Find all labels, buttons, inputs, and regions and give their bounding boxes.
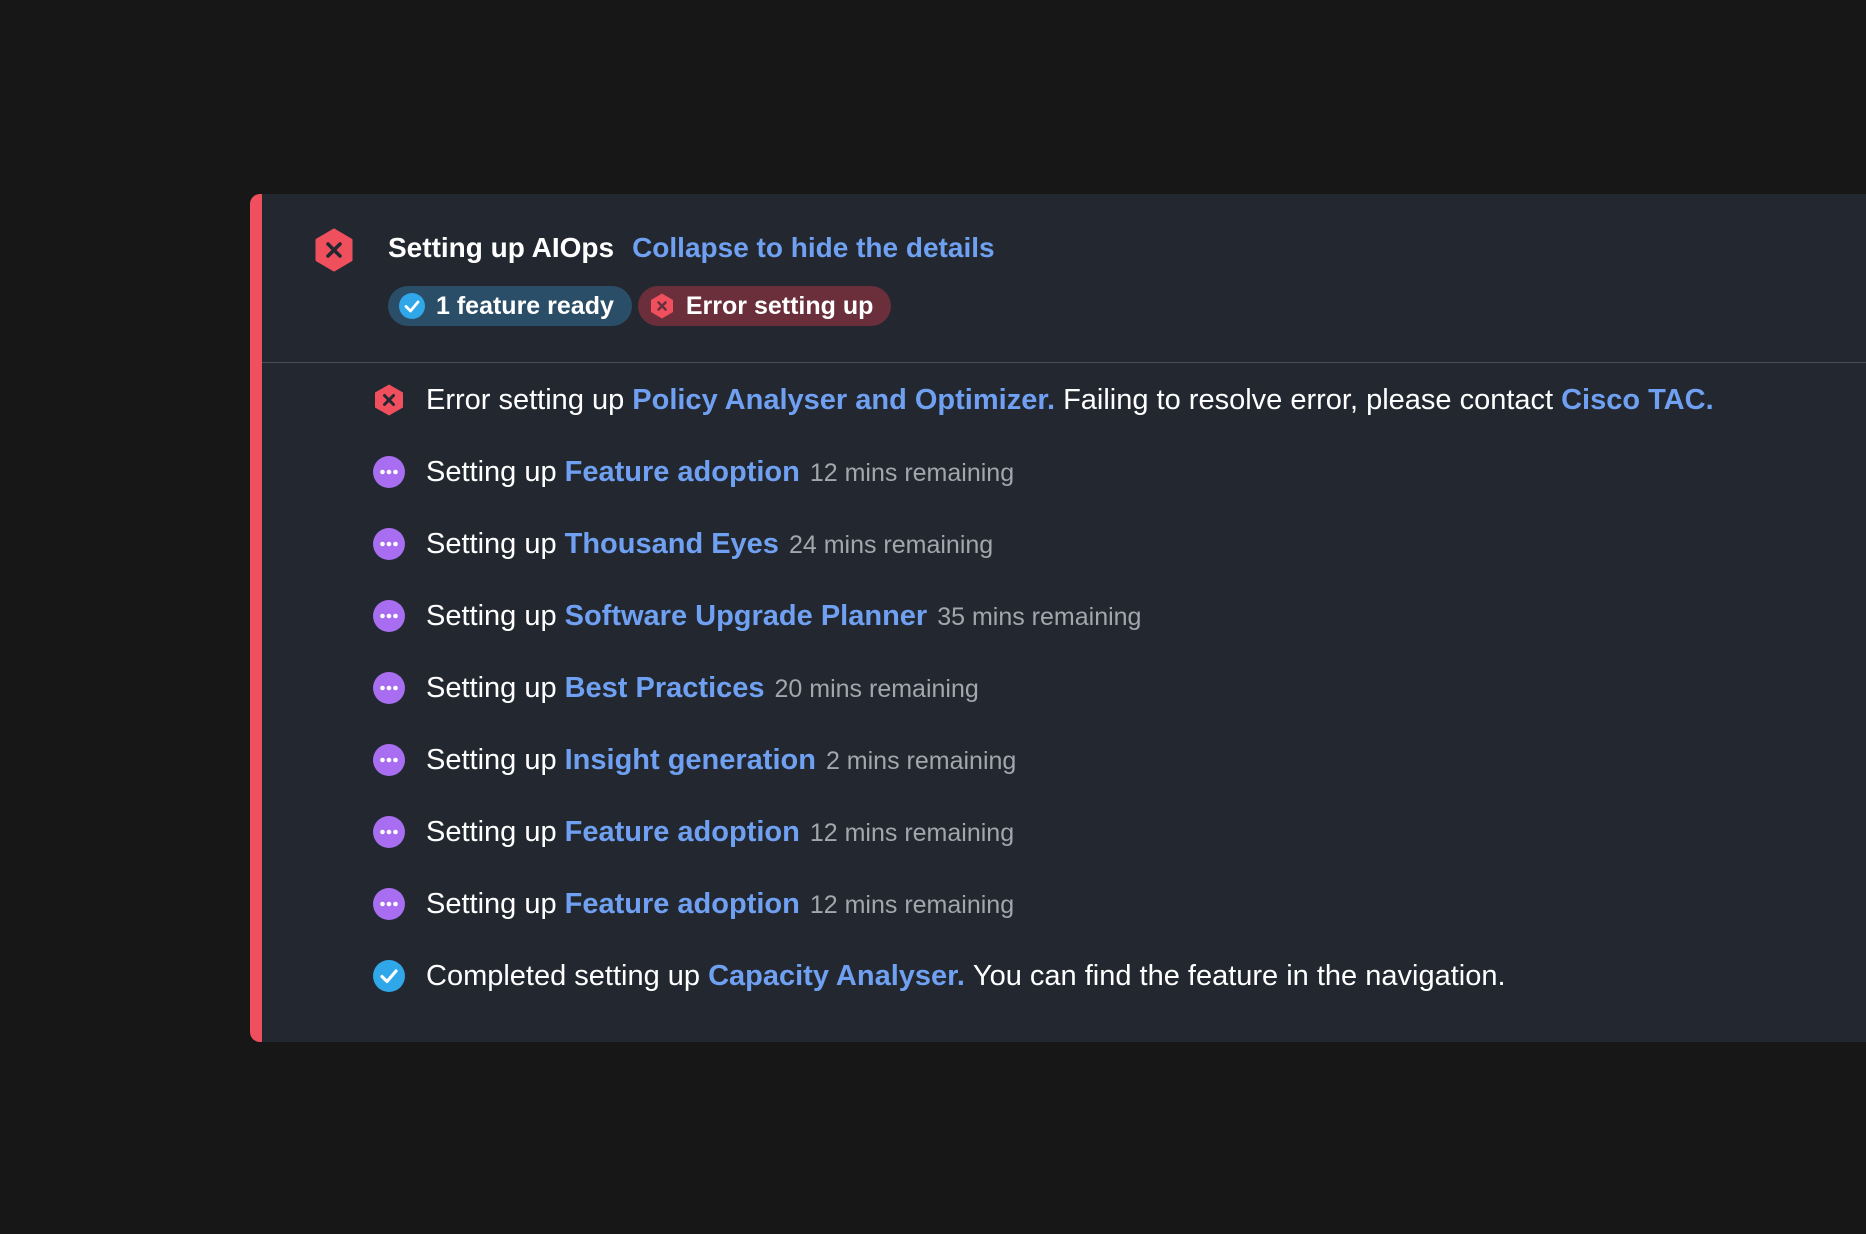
feature-link[interactable]: Thousand Eyes — [565, 528, 779, 561]
time-remaining: 12 mins remaining — [809, 890, 1015, 919]
panel-title: Setting up AIOps — [388, 232, 615, 263]
in-progress-ellipsis-icon — [373, 456, 405, 488]
error-badge: Error setting up — [637, 286, 892, 326]
time-remaining: 24 mins remaining — [788, 530, 994, 559]
feature-ready-badge: 1 feature ready — [388, 286, 632, 326]
feature-ready-label: 1 feature ready — [436, 291, 614, 320]
in-progress-ellipsis-icon — [373, 672, 405, 704]
in-progress-ellipsis-icon — [373, 888, 405, 920]
time-remaining: 2 mins remaining — [825, 746, 1017, 775]
error-hexagon-icon — [375, 384, 403, 416]
feature-link[interactable]: Policy Analyser and Optimizer. — [632, 384, 1055, 417]
collapse-details-link[interactable]: Collapse to hide the details — [632, 232, 995, 264]
item-prefix: Completed setting up — [426, 959, 701, 992]
error-hexagon-icon — [650, 293, 673, 319]
item-suffix: You can find the feature in the navigati… — [972, 959, 1506, 992]
time-remaining: 35 mins remaining — [937, 602, 1142, 631]
item-prefix: Error setting up — [426, 383, 625, 416]
item-prefix: Setting up — [426, 671, 557, 704]
error-hexagon-icon — [315, 228, 353, 272]
feature-link[interactable]: Feature adoption — [565, 816, 800, 849]
item-prefix: Setting up — [426, 455, 557, 488]
feature-link[interactable]: Feature adoption — [565, 888, 800, 921]
error-badge-label: Error setting up — [685, 291, 874, 320]
time-remaining: 12 mins remaining — [809, 458, 1015, 487]
check-circle-icon — [373, 960, 405, 992]
feature-link[interactable]: Feature adoption — [565, 456, 800, 489]
time-remaining: 12 mins remaining — [809, 818, 1015, 847]
in-progress-ellipsis-icon — [373, 744, 405, 776]
status-badges: 1 feature ready Error setting up — [388, 286, 892, 326]
check-circle-icon — [399, 293, 425, 319]
in-progress-ellipsis-icon — [373, 600, 405, 632]
item-prefix: Setting up — [426, 887, 557, 920]
panel-header: Setting up AIOps Collapse to hide the de… — [262, 194, 1866, 363]
in-progress-ellipsis-icon — [373, 816, 405, 848]
item-prefix: Setting up — [426, 527, 557, 560]
item-suffix: Failing to resolve error, please contact — [1063, 383, 1554, 416]
item-prefix: Setting up — [426, 599, 557, 632]
in-progress-ellipsis-icon — [373, 528, 405, 560]
setup-status-panel: Setting up AIOps Collapse to hide the de… — [250, 194, 1866, 1042]
feature-link[interactable]: Capacity Analyser. — [708, 960, 965, 993]
item-prefix: Setting up — [426, 815, 557, 848]
feature-link[interactable]: Insight generation — [565, 744, 816, 777]
feature-link[interactable]: Software Upgrade Planner — [565, 600, 928, 633]
time-remaining: 20 mins remaining — [774, 674, 979, 703]
feature-link[interactable]: Best Practices — [565, 672, 765, 705]
cisco-tac-link[interactable]: Cisco TAC. — [1561, 384, 1714, 417]
item-prefix: Setting up — [426, 743, 557, 776]
